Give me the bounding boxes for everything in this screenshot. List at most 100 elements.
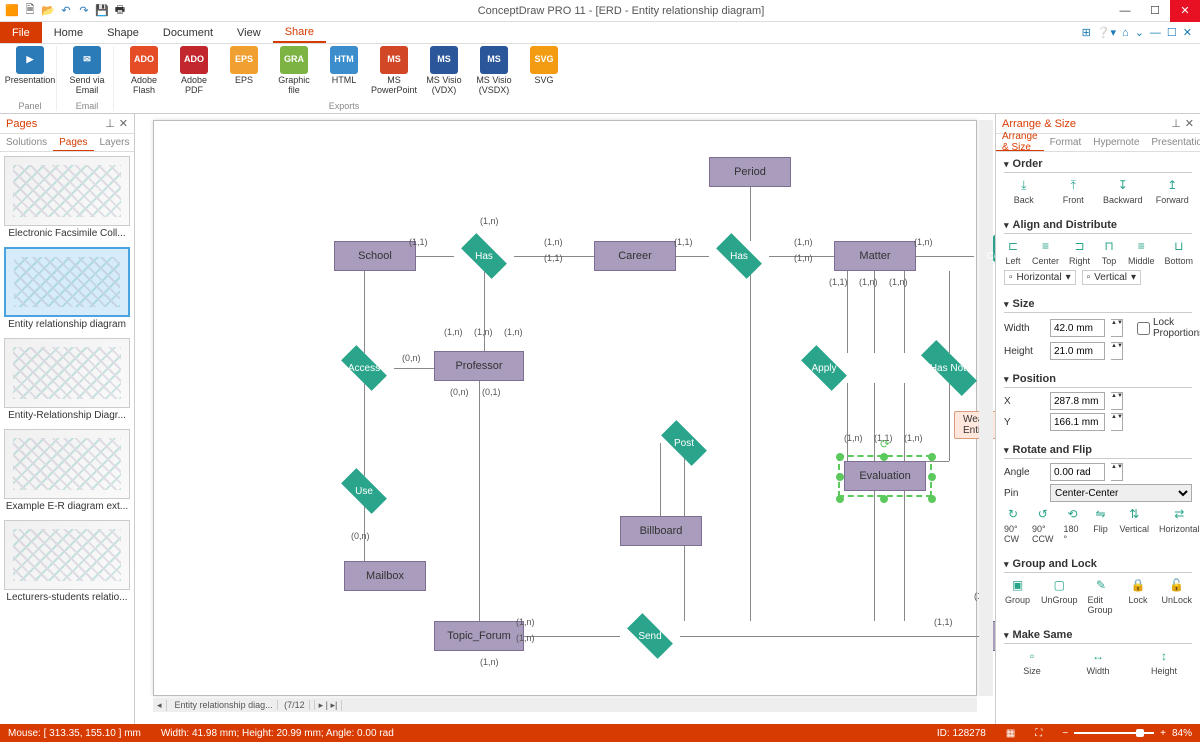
group-button[interactable]: ▣Group xyxy=(1004,577,1031,615)
page-thumb[interactable]: Lecturers-students relatio... xyxy=(4,520,130,603)
x-input[interactable] xyxy=(1050,392,1105,410)
save-icon[interactable]: 💾 xyxy=(94,3,110,19)
export-adobe-pdf[interactable]: ADOAdobe PDF xyxy=(172,46,216,96)
position-header[interactable]: Position xyxy=(1004,371,1192,388)
export-ms-powerpoint[interactable]: MS MS PowerPoint xyxy=(372,46,416,96)
front-button[interactable]: ⤒Front xyxy=(1054,177,1094,205)
height-button[interactable]: ↕Height xyxy=(1136,648,1192,676)
ungroup-button[interactable]: ▢UnGroup xyxy=(1041,577,1078,615)
undo-icon[interactable]: ↶ xyxy=(58,3,74,19)
zoom-in-icon[interactable]: + xyxy=(1160,728,1166,739)
lt-layers[interactable]: Layers xyxy=(94,134,136,151)
y-input[interactable] xyxy=(1050,413,1105,431)
page-thumb[interactable]: Entity-Relationship Diagr... xyxy=(4,338,130,421)
entity-period[interactable]: Period xyxy=(709,157,791,187)
relation-has2[interactable]: Has xyxy=(709,241,769,271)
order-header[interactable]: Order xyxy=(1004,156,1192,173)
window-icon[interactable]: ⊞ xyxy=(1082,26,1091,39)
relation-access[interactable]: Access xyxy=(334,353,394,383)
tab-share[interactable]: Share xyxy=(273,22,326,43)
export-eps[interactable]: EPSEPS xyxy=(222,46,266,96)
tab-strip[interactable]: ◂ Entity relationship diag... (7/12 ▸ | … xyxy=(153,698,977,712)
left-button[interactable]: ⊏Left xyxy=(1004,238,1022,266)
-cw-button[interactable]: ↻90° CW xyxy=(1004,506,1022,544)
angle-input[interactable] xyxy=(1050,463,1105,481)
vertical-button[interactable]: ⇅Vertical xyxy=(1119,506,1149,544)
same-header[interactable]: Make Same xyxy=(1004,627,1192,644)
page-thumb[interactable]: Entity relationship diagram xyxy=(4,247,130,330)
rt-presentation[interactable]: Presentation xyxy=(1145,134,1200,151)
open-icon[interactable]: 📂 xyxy=(40,3,56,19)
home-icon[interactable]: ⌂ xyxy=(1122,27,1129,39)
mdi-max-icon[interactable]: ☐ xyxy=(1167,26,1177,39)
vertical-scrollbar[interactable] xyxy=(979,120,993,696)
rt-arrange[interactable]: Arrange & Size xyxy=(996,134,1044,151)
backward-button[interactable]: ↧Backward xyxy=(1103,177,1143,205)
drawing-sheet[interactable]: PeriodSchoolCareerMatterBibliographyProf… xyxy=(153,120,977,696)
grid-icon[interactable]: ▦ xyxy=(1006,728,1015,739)
collapse-icon[interactable]: ⌄ xyxy=(1135,26,1144,39)
relation-send[interactable]: Send xyxy=(620,621,680,651)
help-icon[interactable]: ❔▾ xyxy=(1097,26,1116,39)
entity-topic[interactable]: Topic_Forum xyxy=(434,621,524,651)
edit-group-button[interactable]: ✎Edit Group xyxy=(1088,577,1115,615)
lt-solutions[interactable]: Solutions xyxy=(0,134,53,151)
right-button[interactable]: ⊐Right xyxy=(1069,238,1090,266)
forward-button[interactable]: ↥Forward xyxy=(1153,177,1193,205)
export-html[interactable]: HTMHTML xyxy=(322,46,366,96)
size-header[interactable]: Size xyxy=(1004,296,1192,313)
horizontal-button[interactable]: ⇄Horizontal xyxy=(1159,506,1200,544)
--button[interactable]: ⟲180 ° xyxy=(1063,506,1081,544)
width-input[interactable] xyxy=(1050,319,1105,337)
sheet-tab[interactable]: Entity relationship diag... (7/12 xyxy=(167,700,315,710)
send-email-button[interactable]: ✉Send via Email xyxy=(65,46,109,96)
height-input[interactable] xyxy=(1050,342,1105,360)
mdi-min-icon[interactable]: — xyxy=(1150,27,1161,39)
unlock-button[interactable]: 🔓UnLock xyxy=(1161,577,1192,615)
close-button[interactable]: ✕ xyxy=(1170,0,1200,22)
lock-proportions[interactable]: Lock Proportions xyxy=(1137,317,1177,339)
entity-professor[interactable]: Professor xyxy=(434,351,524,381)
lt-pages[interactable]: Pages xyxy=(53,134,93,151)
rt-hypernote[interactable]: Hypernote xyxy=(1087,134,1145,151)
tab-view[interactable]: View xyxy=(225,22,273,43)
maximize-button[interactable]: ☐ xyxy=(1140,0,1170,22)
page-thumb[interactable]: Example E-R diagram ext... xyxy=(4,429,130,512)
relation-post[interactable]: Post xyxy=(654,428,714,458)
pin-select[interactable]: Center-Center xyxy=(1050,484,1192,502)
rotate-header[interactable]: Rotate and Flip xyxy=(1004,442,1192,459)
zoom-control[interactable]: − + 84% xyxy=(1062,728,1192,739)
minimize-button[interactable]: — xyxy=(1110,0,1140,22)
group-header[interactable]: Group and Lock xyxy=(1004,556,1192,573)
distribute-vertical[interactable]: ▫ Vertical ▾ xyxy=(1082,270,1141,285)
export-svg[interactable]: SVGSVG xyxy=(522,46,566,96)
bottom-button[interactable]: ⊔Bottom xyxy=(1165,238,1194,266)
export-graphic-file[interactable]: GRAGraphic file xyxy=(272,46,316,96)
entity-school[interactable]: School xyxy=(334,241,416,271)
page-thumb[interactable]: Electronic Facsimile Coll... xyxy=(4,156,130,239)
center-button[interactable]: ≡Center xyxy=(1032,238,1059,266)
new-icon[interactable]: 🗎 xyxy=(22,3,38,19)
entity-matter[interactable]: Matter xyxy=(834,241,916,271)
relation-ithas[interactable]: It Has Notes xyxy=(909,353,989,383)
flip-button[interactable]: ⇋Flip xyxy=(1091,506,1109,544)
canvas[interactable]: PeriodSchoolCareerMatterBibliographyProf… xyxy=(135,114,995,724)
x-spinner[interactable]: ▲▼ xyxy=(1111,392,1123,410)
tab-document[interactable]: Document xyxy=(151,22,225,43)
export-ms-visio-vsdx-[interactable]: MS MS Visio (VSDX) xyxy=(472,46,516,96)
presentation-button[interactable]: ▶Presentation xyxy=(8,46,52,86)
tab-file[interactable]: File xyxy=(0,22,42,43)
y-spinner[interactable]: ▲▼ xyxy=(1111,413,1123,431)
back-button[interactable]: ⤓Back xyxy=(1004,177,1044,205)
print-icon[interactable]: 🖶 xyxy=(112,3,128,19)
entity-billboard[interactable]: Billboard xyxy=(620,516,702,546)
top-button[interactable]: ⊓Top xyxy=(1100,238,1118,266)
lock-button[interactable]: 🔒Lock xyxy=(1125,577,1152,615)
tab-home[interactable]: Home xyxy=(42,22,95,43)
relation-use[interactable]: Use xyxy=(334,476,394,506)
rt-format[interactable]: Format xyxy=(1044,134,1088,151)
width-spinner[interactable]: ▲▼ xyxy=(1111,319,1123,337)
fit-icon[interactable]: ⛶ xyxy=(1035,728,1042,739)
align-header[interactable]: Align and Distribute xyxy=(1004,217,1192,234)
export-ms-visio-vdx-[interactable]: MS MS Visio (VDX) xyxy=(422,46,466,96)
